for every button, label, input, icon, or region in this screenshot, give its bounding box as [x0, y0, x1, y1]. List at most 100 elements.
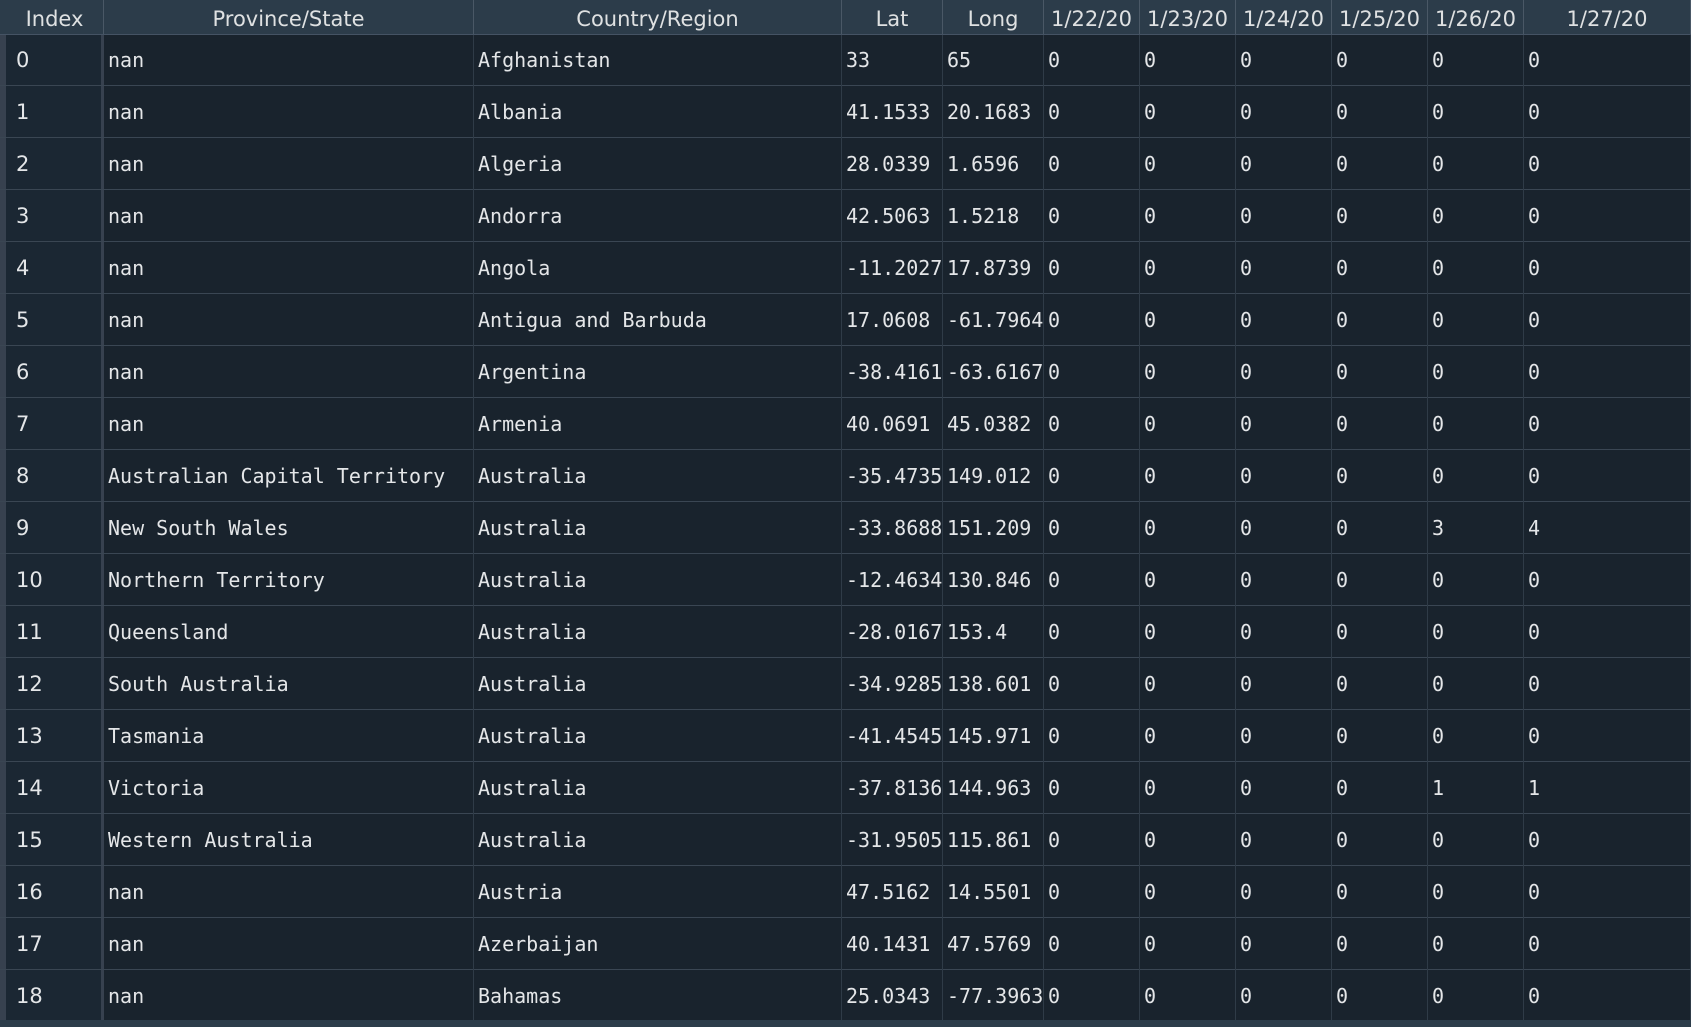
table-cell[interactable]: 0 — [1044, 346, 1140, 398]
table-cell[interactable]: 0 — [1428, 138, 1524, 190]
table-cell[interactable]: -11.2027 — [842, 242, 943, 294]
table-cell[interactable]: Western Australia — [104, 814, 474, 866]
table-row[interactable]: 6 nan Argentina -38.4161 -63.6167 0 0 0 0 0 0 — [0, 346, 1691, 398]
table-cell[interactable]: 0 — [1332, 970, 1428, 1022]
table-cell[interactable]: 0 — [1332, 34, 1428, 86]
row-index-cell[interactable]: 1 — [6, 86, 104, 138]
table-row[interactable]: 0 nan Afghanistan 33 65 0 0 0 0 0 0 — [0, 34, 1691, 86]
table-cell[interactable]: 0 — [1524, 398, 1691, 450]
table-row[interactable]: 13 Tasmania Australia -41.4545 145.971 0 0 0 0 0 0 — [0, 710, 1691, 762]
table-cell[interactable]: Tasmania — [104, 710, 474, 762]
table-cell[interactable]: 0 — [1524, 242, 1691, 294]
column-header-8[interactable]: 1/25/20 — [1332, 0, 1428, 34]
table-cell[interactable]: 0 — [1428, 918, 1524, 970]
table-row[interactable]: 8 Australian Capital Territory Australia -3… — [0, 450, 1691, 502]
table-cell[interactable]: Australian Capital Territory — [104, 450, 474, 502]
table-cell[interactable]: Australia — [474, 658, 842, 710]
table-cell[interactable]: 0 — [1524, 866, 1691, 918]
table-cell[interactable]: 0 — [1524, 346, 1691, 398]
table-cell[interactable]: 0 — [1236, 86, 1332, 138]
table-cell[interactable]: 0 — [1140, 918, 1236, 970]
table-row[interactable]: 11 Queensland Australia -28.0167 153.4 0 0 0 0 0 0 — [0, 606, 1691, 658]
table-cell[interactable]: -38.4161 — [842, 346, 943, 398]
table-cell[interactable]: Australia — [474, 606, 842, 658]
column-header-3[interactable]: Lat — [842, 0, 943, 34]
table-cell[interactable]: Australia — [474, 502, 842, 554]
table-row[interactable]: 12 South Australia Australia -34.9285 138.60… — [0, 658, 1691, 710]
table-cell[interactable]: 47.5769 — [943, 918, 1044, 970]
table-cell[interactable]: Australia — [474, 814, 842, 866]
table-cell[interactable]: 41.1533 — [842, 86, 943, 138]
table-cell[interactable]: Northern Territory — [104, 554, 474, 606]
table-cell[interactable]: 0 — [1140, 242, 1236, 294]
table-cell[interactable]: 0 — [1140, 450, 1236, 502]
table-cell[interactable]: 40.1431 — [842, 918, 943, 970]
table-cell[interactable]: 145.971 — [943, 710, 1044, 762]
table-cell[interactable]: -61.7964 — [943, 294, 1044, 346]
table-cell[interactable]: nan — [104, 34, 474, 86]
table-cell[interactable]: Angola — [474, 242, 842, 294]
table-cell[interactable]: Antigua and Barbuda — [474, 294, 842, 346]
row-index-cell[interactable]: 12 — [6, 658, 104, 710]
table-cell[interactable]: 0 — [1428, 970, 1524, 1022]
table-cell[interactable]: 0 — [1332, 606, 1428, 658]
table-cell[interactable]: 0 — [1428, 814, 1524, 866]
table-cell[interactable]: 0 — [1524, 554, 1691, 606]
row-index-cell[interactable]: 6 — [6, 346, 104, 398]
table-cell[interactable]: 0 — [1332, 138, 1428, 190]
table-cell[interactable]: 0 — [1044, 606, 1140, 658]
table-cell[interactable]: -41.4545 — [842, 710, 943, 762]
table-cell[interactable]: 0 — [1236, 710, 1332, 762]
row-index-cell[interactable]: 5 — [6, 294, 104, 346]
table-cell[interactable]: 17.8739 — [943, 242, 1044, 294]
table-cell[interactable]: Bahamas — [474, 970, 842, 1022]
row-index-cell[interactable]: 0 — [6, 34, 104, 86]
table-cell[interactable]: 0 — [1236, 242, 1332, 294]
table-cell[interactable]: 0 — [1140, 606, 1236, 658]
table-cell[interactable]: 0 — [1236, 866, 1332, 918]
table-cell[interactable]: Albania — [474, 86, 842, 138]
table-cell[interactable]: 0 — [1524, 970, 1691, 1022]
table-cell[interactable]: 0 — [1332, 398, 1428, 450]
column-header-9[interactable]: 1/26/20 — [1428, 0, 1524, 34]
table-cell[interactable]: 0 — [1140, 138, 1236, 190]
table-cell[interactable]: 1.6596 — [943, 138, 1044, 190]
table-cell[interactable]: nan — [104, 346, 474, 398]
table-cell[interactable]: 0 — [1044, 918, 1140, 970]
table-cell[interactable]: -12.4634 — [842, 554, 943, 606]
table-cell[interactable]: 47.5162 — [842, 866, 943, 918]
table-cell[interactable]: 0 — [1236, 658, 1332, 710]
row-index-cell[interactable]: 8 — [6, 450, 104, 502]
table-cell[interactable]: 0 — [1236, 502, 1332, 554]
table-cell[interactable]: 0 — [1140, 814, 1236, 866]
table-cell[interactable]: 0 — [1236, 554, 1332, 606]
column-header-6[interactable]: 1/23/20 — [1140, 0, 1236, 34]
table-cell[interactable]: 0 — [1332, 450, 1428, 502]
row-index-cell[interactable]: 11 — [6, 606, 104, 658]
table-cell[interactable]: 14.5501 — [943, 866, 1044, 918]
table-cell[interactable]: 0 — [1044, 762, 1140, 814]
table-cell[interactable]: -31.9505 — [842, 814, 943, 866]
row-index-cell[interactable]: 18 — [6, 970, 104, 1022]
table-cell[interactable]: 0 — [1428, 34, 1524, 86]
table-cell[interactable]: 0 — [1428, 606, 1524, 658]
table-row[interactable]: 2 nan Algeria 28.0339 1.6596 0 0 0 0 0 0 — [0, 138, 1691, 190]
table-cell[interactable]: 0 — [1524, 138, 1691, 190]
table-cell[interactable]: 0 — [1140, 970, 1236, 1022]
table-cell[interactable]: 40.0691 — [842, 398, 943, 450]
table-cell[interactable]: 0 — [1236, 190, 1332, 242]
table-cell[interactable]: 0 — [1044, 242, 1140, 294]
table-cell[interactable]: nan — [104, 970, 474, 1022]
column-header-2[interactable]: Country/Region — [474, 0, 842, 34]
table-cell[interactable]: -37.8136 — [842, 762, 943, 814]
table-cell[interactable]: 0 — [1236, 34, 1332, 86]
table-cell[interactable]: 0 — [1524, 658, 1691, 710]
table-cell[interactable]: -34.9285 — [842, 658, 943, 710]
table-cell[interactable]: 0 — [1332, 866, 1428, 918]
table-cell[interactable]: 0 — [1332, 86, 1428, 138]
table-row[interactable]: 16 nan Austria 47.5162 14.5501 0 0 0 0 0 0 — [0, 866, 1691, 918]
table-cell[interactable]: 0 — [1140, 190, 1236, 242]
table-cell[interactable]: 0 — [1524, 450, 1691, 502]
table-row[interactable]: 9 New South Wales Australia -33.8688 151.209… — [0, 502, 1691, 554]
table-cell[interactable]: New South Wales — [104, 502, 474, 554]
